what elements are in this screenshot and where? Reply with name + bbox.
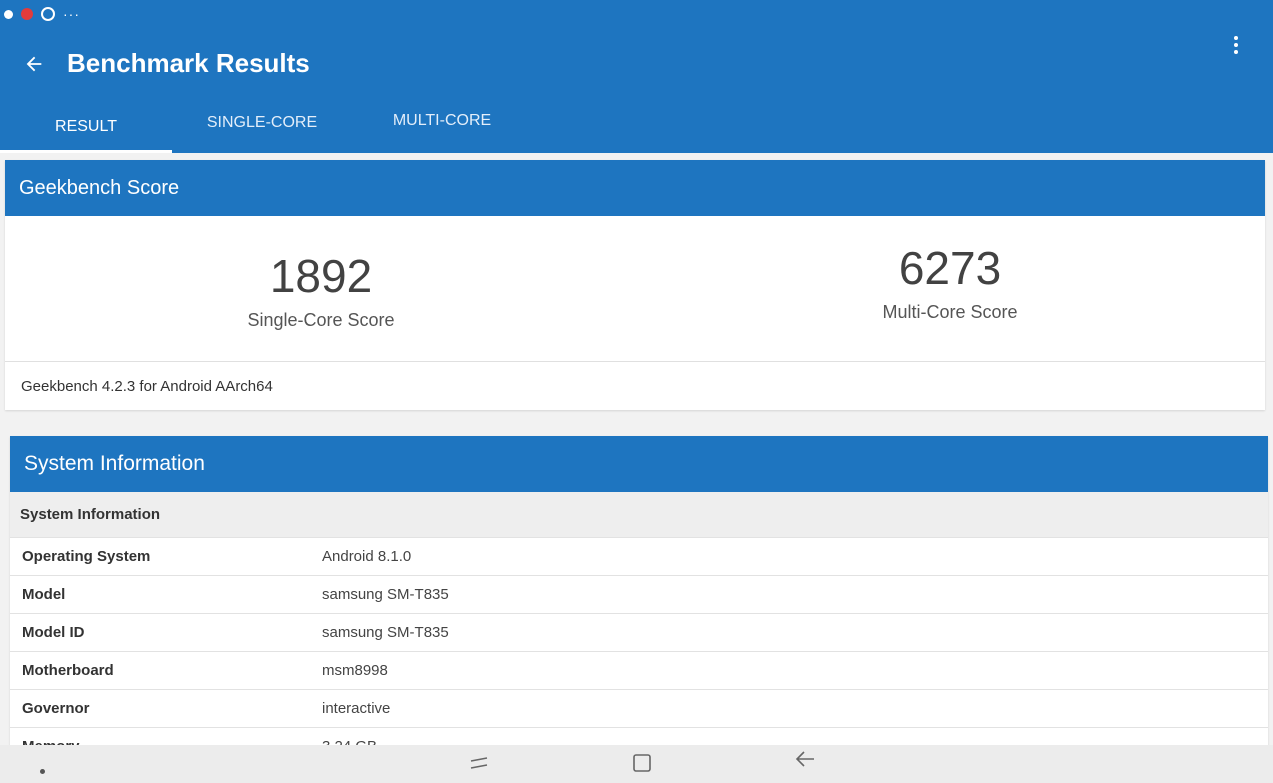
recents-icon bbox=[470, 757, 488, 769]
notification-icon bbox=[4, 9, 13, 19]
table-row: Model ID samsung SM-T835 bbox=[10, 614, 1268, 652]
system-info-group-row: System Information bbox=[10, 492, 1268, 538]
system-info-header: System Information bbox=[10, 436, 1268, 492]
arrow-left-icon bbox=[26, 56, 42, 72]
app-bar: ··· Benchmark Results RESULT SINGLE-CORE… bbox=[0, 0, 1273, 153]
row-key: Governor bbox=[22, 700, 90, 717]
geekbench-score-card: Geekbench Score 1892 Single-Core Score 6… bbox=[5, 160, 1265, 410]
multi-core-score-value: 6273 bbox=[898, 242, 1002, 294]
nav-dot-indicator bbox=[40, 769, 45, 774]
nav-back-button[interactable] bbox=[789, 745, 821, 773]
row-key: Operating System bbox=[22, 548, 151, 565]
multi-core-score: 6273 Multi-Core Score bbox=[750, 240, 1150, 323]
row-key: Motherboard bbox=[22, 662, 114, 679]
single-core-score: 1892 Single-Core Score bbox=[121, 248, 521, 331]
more-vertical-dot bbox=[1234, 43, 1238, 47]
tab-single-core[interactable]: SINGLE-CORE bbox=[172, 96, 352, 149]
scores-section: 1892 Single-Core Score 6273 Multi-Core S… bbox=[5, 216, 1265, 362]
tab-multi-core[interactable]: MULTI-CORE bbox=[352, 94, 532, 147]
single-core-score-label: Single-Core Score bbox=[247, 310, 395, 330]
table-row: Operating System Android 8.1.0 bbox=[10, 538, 1268, 576]
table-row: Governor interactive bbox=[10, 690, 1268, 728]
home-icon bbox=[633, 754, 651, 772]
row-value: Android 8.1.0 bbox=[322, 548, 412, 565]
page-title: Benchmark Results bbox=[67, 48, 310, 78]
more-notifications-icon: ··· bbox=[63, 6, 80, 22]
app-notification-icon bbox=[21, 8, 33, 20]
toolbar: Benchmark Results bbox=[0, 36, 1273, 96]
row-key: Model bbox=[22, 586, 66, 603]
tab-result[interactable]: RESULT bbox=[0, 100, 172, 153]
status-bar: ··· bbox=[0, 0, 304, 28]
row-value: interactive bbox=[322, 700, 391, 717]
row-key: Model ID bbox=[22, 624, 85, 641]
system-info-table: System Information Operating System Andr… bbox=[10, 492, 1268, 766]
row-value: samsung SM-T835 bbox=[322, 624, 449, 641]
row-value: samsung SM-T835 bbox=[322, 586, 449, 603]
system-navigation-bar bbox=[0, 745, 1273, 783]
back-button[interactable] bbox=[18, 48, 50, 80]
version-info: Geekbench 4.2.3 for Android AArch64 bbox=[21, 377, 273, 395]
table-row: Motherboard msm8998 bbox=[10, 652, 1268, 690]
single-core-score-value: 1892 bbox=[269, 250, 373, 302]
more-vertical-icon bbox=[1234, 36, 1238, 40]
table-row: Model samsung SM-T835 bbox=[10, 576, 1268, 614]
home-button[interactable] bbox=[626, 749, 658, 777]
overflow-menu-button[interactable] bbox=[1221, 30, 1251, 60]
multi-core-score-label: Multi-Core Score bbox=[882, 302, 1018, 322]
tab-bar: RESULT SINGLE-CORE MULTI-CORE bbox=[0, 100, 1273, 153]
nav-back-icon bbox=[795, 751, 814, 767]
sync-icon bbox=[41, 7, 55, 21]
system-information-card: System Information System Information Op… bbox=[10, 436, 1268, 766]
row-value: msm8998 bbox=[322, 662, 388, 679]
score-card-header: Geekbench Score bbox=[5, 160, 1265, 216]
recents-button[interactable] bbox=[463, 749, 495, 777]
more-vertical-dot bbox=[1234, 50, 1238, 54]
